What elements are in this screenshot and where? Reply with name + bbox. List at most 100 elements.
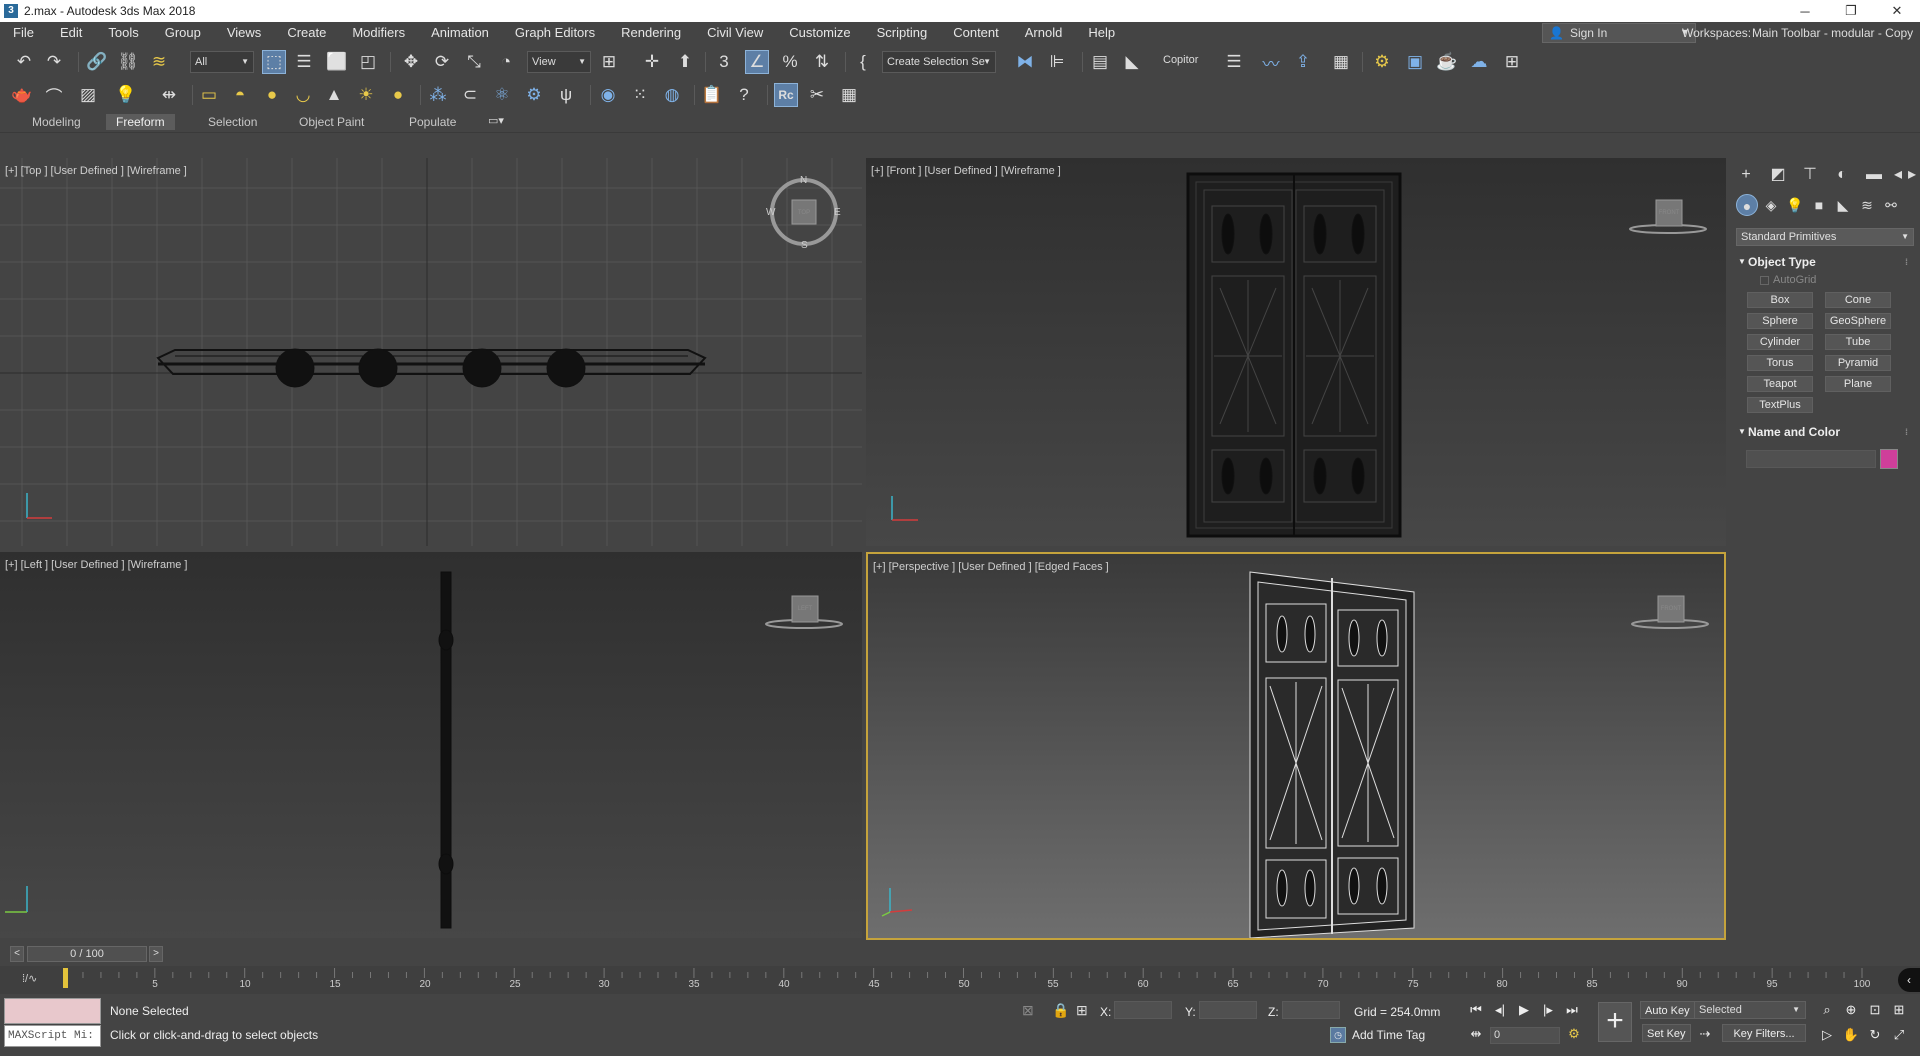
bowl-shape-icon[interactable]: ◡ xyxy=(291,83,315,107)
previous-frame-icon[interactable]: ◂| xyxy=(1490,1000,1510,1020)
selection-filter-dropdown[interactable]: All ▼ xyxy=(190,51,254,73)
cone-button[interactable]: Cone xyxy=(1825,292,1891,308)
sign-in-dropdown[interactable]: 👤 Sign In ▼ xyxy=(1542,23,1696,43)
object-type-rollout-header[interactable]: ▼ Object Type ⁞ xyxy=(1736,254,1914,270)
image-icon[interactable]: ▨ xyxy=(76,83,100,107)
current-time-marker[interactable] xyxy=(63,968,68,988)
snaps-toggle-icon[interactable]: 3 xyxy=(712,50,736,74)
menu-civil-view[interactable]: Civil View xyxy=(694,22,776,44)
tab-freeform[interactable]: Freeform xyxy=(106,114,175,130)
viewcube-perspective-face[interactable]: FRONT xyxy=(1658,606,1684,612)
zoom-extents-icon[interactable]: ⊡ xyxy=(1866,1001,1884,1019)
redo-icon[interactable]: ↷ xyxy=(42,50,66,74)
time-slider-next-icon[interactable]: > xyxy=(149,946,163,962)
render-shortcuts-icon[interactable]: ⊞ xyxy=(1500,50,1524,74)
systems-icon[interactable]: ⚯ xyxy=(1880,194,1902,216)
add-time-tag-button[interactable]: ◷ Add Time Tag xyxy=(1330,1026,1425,1044)
gold-sphere-icon[interactable]: ● xyxy=(386,83,410,107)
hierarchy-tab-icon[interactable]: ⊤ xyxy=(1798,163,1822,187)
ribbon-options-icon[interactable]: ▭▾ xyxy=(488,114,504,127)
link-icon[interactable]: 🔗 xyxy=(85,50,109,74)
field-of-view-icon[interactable]: ▷ xyxy=(1818,1026,1836,1044)
panel-scroll-right-icon[interactable]: ▸ xyxy=(1900,163,1920,187)
menu-edit[interactable]: Edit xyxy=(47,22,95,44)
space-warps-icon[interactable]: ≋ xyxy=(1856,194,1878,216)
keyboard-shortcut-icon[interactable]: ⬆ xyxy=(673,50,697,74)
cylinder-button[interactable]: Cylinder xyxy=(1747,334,1813,350)
menu-help[interactable]: Help xyxy=(1075,22,1128,44)
layer-explorer-icon[interactable]: ◣ xyxy=(1120,50,1144,74)
plane-button[interactable]: Plane xyxy=(1825,376,1891,392)
scene-explorer-icon[interactable]: ▤ xyxy=(1088,50,1112,74)
viewport-perspective-label[interactable]: [+] [Perspective ] [User Defined ] [Edge… xyxy=(873,561,1109,573)
render-setup-icon[interactable]: ⚙ xyxy=(1370,50,1394,74)
named-selection-set-dropdown[interactable]: Create Selection Se ▼ xyxy=(882,51,996,73)
angle-snap-icon[interactable]: ∠ xyxy=(745,50,769,74)
viewcube-top-face[interactable]: TOP xyxy=(792,210,816,216)
isolate-selection-icon[interactable]: ⊠ xyxy=(1022,1002,1034,1019)
play-icon[interactable]: ▶ xyxy=(1514,1000,1534,1020)
orbit-icon[interactable]: ↻ xyxy=(1866,1026,1884,1044)
restore-button[interactable]: ❐ xyxy=(1828,0,1874,22)
menu-graph-editors[interactable]: Graph Editors xyxy=(502,22,608,44)
ruler-icon[interactable]: ⇹ xyxy=(157,83,181,107)
box-shape-icon[interactable]: ▭ xyxy=(197,83,221,107)
close-button[interactable]: ✕ xyxy=(1874,0,1920,22)
dome-icon[interactable]: ⌒ xyxy=(42,83,66,107)
menu-content[interactable]: Content xyxy=(940,22,1012,44)
collapse-panel-icon[interactable]: ‹ xyxy=(1898,968,1920,992)
modify-tab-icon[interactable]: ◩ xyxy=(1766,163,1790,187)
auto-key-button[interactable]: Auto Key xyxy=(1640,1001,1695,1019)
selection-lock-icon[interactable]: 🔒 xyxy=(1052,1002,1069,1019)
viewport-left[interactable]: [+] [Left ] [User Defined ] [Wireframe ]… xyxy=(0,552,862,938)
geometry-icon[interactable]: ● xyxy=(1736,194,1758,216)
display-tab-icon[interactable]: ▬ xyxy=(1862,163,1886,187)
menu-create[interactable]: Create xyxy=(274,22,339,44)
go-to-start-icon[interactable]: ⏮ xyxy=(1466,1000,1486,1020)
autogrid-checkbox[interactable]: AutoGrid xyxy=(1760,274,1816,286)
cone-shape-icon[interactable]: ▲ xyxy=(322,83,346,107)
move-icon[interactable]: ✥ xyxy=(399,50,423,74)
tab-modeling[interactable]: Modeling xyxy=(22,114,91,130)
absolute-mode-icon[interactable]: ⊞ xyxy=(1076,1002,1088,1019)
tab-selection[interactable]: Selection xyxy=(198,114,267,130)
select-object-icon[interactable]: ⬚ xyxy=(262,50,286,74)
pan-icon[interactable]: ✋ xyxy=(1842,1026,1860,1044)
lights-icon[interactable]: 💡 xyxy=(1784,194,1806,216)
teapot-button[interactable]: Teapot xyxy=(1747,376,1813,392)
zoom-all-icon[interactable]: ⊕ xyxy=(1842,1001,1860,1019)
z-coord-field[interactable] xyxy=(1282,1001,1340,1019)
unlink-icon[interactable]: ⛓ xyxy=(116,50,140,74)
help-circle-icon[interactable]: ? xyxy=(732,83,756,107)
gear-icon[interactable]: ⚙ xyxy=(522,83,546,107)
render-cloud-icon[interactable]: ☁ xyxy=(1467,50,1491,74)
maxscript-listener-box[interactable] xyxy=(4,998,101,1024)
time-configuration-icon[interactable]: ⚙ xyxy=(1564,1024,1584,1044)
menu-arnold[interactable]: Arnold xyxy=(1012,22,1076,44)
align-icon[interactable]: ⊫ xyxy=(1045,50,1069,74)
tube-button[interactable]: Tube xyxy=(1825,334,1891,350)
time-slider-thumb[interactable]: 0 / 100 xyxy=(27,946,147,962)
tab-object-paint[interactable]: Object Paint xyxy=(289,114,374,130)
atom-icon[interactable]: ⚛ xyxy=(490,83,514,107)
object-color-swatch[interactable] xyxy=(1880,449,1898,469)
time-slider-prev-icon[interactable]: < xyxy=(10,946,24,962)
rendered-frame-window-icon[interactable]: ▣ xyxy=(1403,50,1427,74)
select-by-name-icon[interactable]: ☰ xyxy=(292,50,316,74)
light-bulb-icon[interactable]: 💡 xyxy=(114,83,138,107)
teapot-icon[interactable]: 🫖 xyxy=(10,83,34,107)
scale-icon[interactable]: ⤡ xyxy=(462,50,486,74)
undo-icon[interactable]: ↶ xyxy=(12,50,36,74)
primitive-category-dropdown[interactable]: Standard Primitives ▼ xyxy=(1736,228,1914,246)
multi-material-icon[interactable]: ⁙ xyxy=(628,83,652,107)
menu-customize[interactable]: Customize xyxy=(776,22,863,44)
create-tab-icon[interactable]: + xyxy=(1734,163,1758,187)
particles-icon[interactable]: ⁂ xyxy=(426,83,450,107)
select-manipulate-icon[interactable]: ✛ xyxy=(640,50,664,74)
viewport-front[interactable]: [+] [Front ] [User Defined ] [Wireframe … xyxy=(866,158,1726,546)
place-icon[interactable]: ◔ xyxy=(494,50,518,74)
dome-shape-icon[interactable]: ◓ xyxy=(228,83,252,107)
menu-tools[interactable]: Tools xyxy=(95,22,151,44)
rectangular-selection-icon[interactable]: ⬜ xyxy=(325,50,349,74)
menu-group[interactable]: Group xyxy=(152,22,214,44)
